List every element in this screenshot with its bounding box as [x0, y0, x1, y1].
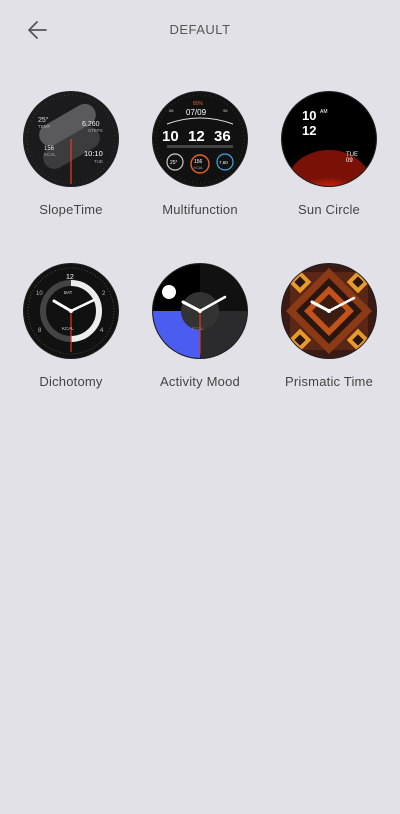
mf-minute: 12: [188, 128, 205, 145]
mf-kcal: 156: [194, 159, 203, 165]
activity-kcal: KCAL: [192, 326, 204, 331]
dicho-kcal: KCAL: [62, 326, 74, 331]
watch-face-multifunction[interactable]: 80% 07/09 68 98 10 12 36 25° 156 KCAL 7,…: [140, 92, 260, 217]
face-name: Activity Mood: [160, 374, 240, 389]
dicho-bat: BAT: [64, 290, 73, 295]
slope-day: TUE: [94, 159, 103, 164]
sun-minute: 12: [302, 123, 316, 138]
watch-face-sun-circle[interactable]: 10 12 AM TUE 09 Sun Circle: [269, 92, 389, 217]
slope-steps-label: STEPS: [88, 128, 103, 133]
moon-icon: [162, 285, 176, 299]
page-title: DEFAULT: [169, 22, 231, 37]
face-name: Multifunction: [162, 202, 238, 217]
slope-time: 10:10: [84, 149, 103, 158]
mf-steps: 7,60: [219, 160, 228, 165]
face-name: Sun Circle: [298, 202, 360, 217]
slope-temp: 25°: [38, 116, 49, 124]
activity-mood-preview: KCAL: [153, 264, 247, 358]
mf-hr: 68: [169, 108, 174, 113]
prismatic-time-preview: [282, 264, 376, 358]
watch-face-dichotomy[interactable]: 12 10 2 8 4 BAT KCAL Dichotomy: [11, 264, 131, 389]
sun-circle-preview: 10 12 AM TUE 09: [282, 92, 376, 186]
mf-kcal-label: KCAL: [194, 166, 203, 170]
slope-temp-label: TEMP: [38, 124, 51, 129]
dicho-10: 10: [36, 291, 43, 297]
dicho-12: 12: [66, 274, 74, 281]
mf-second: 36: [214, 128, 231, 145]
mf-hour: 10: [162, 128, 179, 145]
sun-hour: 10: [302, 108, 316, 123]
header: DEFAULT: [0, 0, 400, 60]
slopetime-preview: 25° TEMP 6,260 STEPS 156 KCAL 10:10 TUE: [24, 92, 118, 186]
watch-face-slopetime[interactable]: 25° TEMP 6,260 STEPS 156 KCAL 10:10 TUE …: [11, 92, 131, 217]
mf-date: 07/09: [186, 108, 207, 117]
mf-temp: 25°: [170, 160, 178, 166]
multifunction-preview: 80% 07/09 68 98 10 12 36 25° 156 KCAL 7,…: [153, 92, 247, 186]
sun-date: 09: [346, 158, 353, 164]
dichotomy-preview: 12 10 2 8 4 BAT KCAL: [24, 264, 118, 358]
face-name: Dichotomy: [39, 374, 103, 389]
watch-face-prismatic-time[interactable]: Prismatic Time: [269, 264, 389, 389]
face-name: SlopeTime: [39, 202, 103, 217]
face-name: Prismatic Time: [284, 374, 374, 389]
mf-hr2: 98: [223, 108, 228, 113]
slope-kcal-label: KCAL: [44, 152, 56, 157]
watch-face-activity-mood[interactable]: KCAL Activity Mood: [140, 264, 260, 389]
sun-ampm: AM: [320, 109, 328, 115]
slope-steps: 6,260: [82, 121, 100, 128]
mf-battery: 80%: [193, 101, 204, 107]
